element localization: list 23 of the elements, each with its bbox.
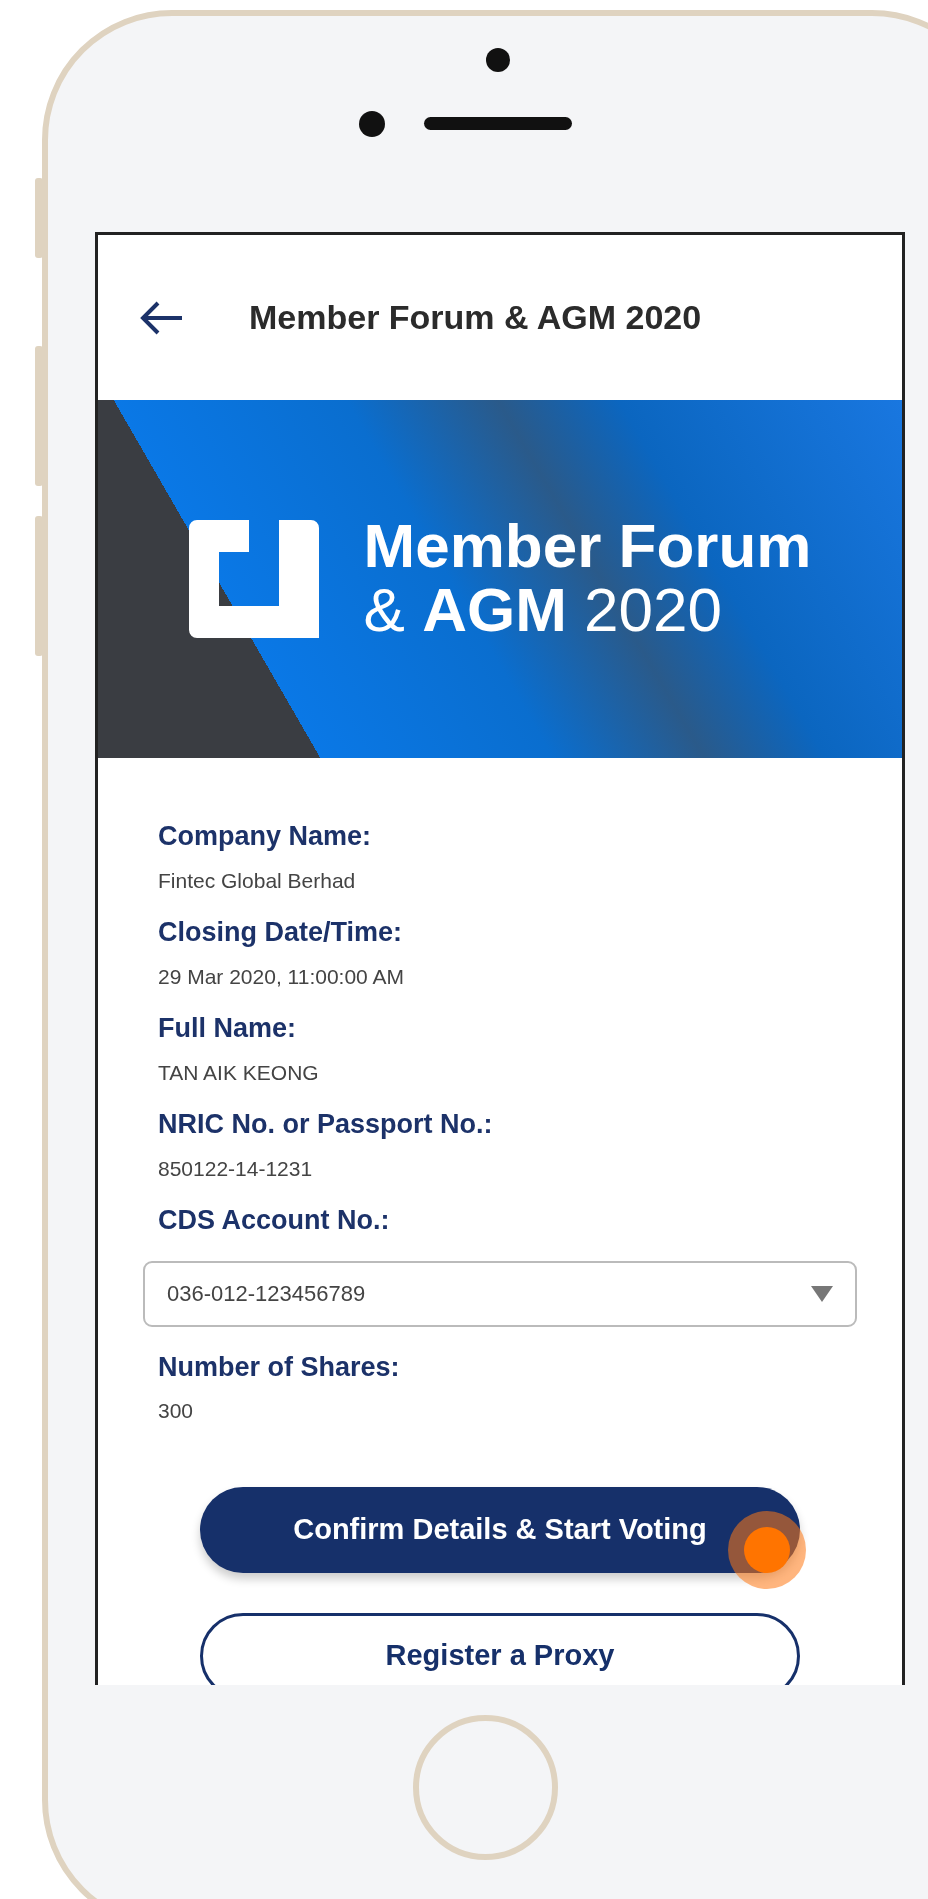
field-value: 850122-14-1231 bbox=[158, 1155, 314, 1182]
account-dropdown[interactable]: 036-012-123456789 bbox=[143, 1260, 857, 1327]
field-label: NRIC No. or Passport No.: bbox=[158, 1108, 494, 1141]
field-label: Company Name: bbox=[158, 820, 373, 853]
field-value: 29 Mar 2020, 11:00:00 AM bbox=[158, 963, 405, 990]
back-arrow-icon[interactable] bbox=[140, 299, 184, 336]
field-value: 300 bbox=[158, 1398, 195, 1424]
field-label: Number of Shares: bbox=[158, 1350, 401, 1384]
logo-icon bbox=[188, 520, 319, 638]
register-proxy-button[interactable]: Register a Proxy bbox=[200, 1612, 800, 1685]
field-value: Fintec Global Berhad bbox=[158, 867, 357, 894]
field-label: Full Name: bbox=[158, 1012, 298, 1045]
banner-heading: Member Forum bbox=[363, 515, 812, 578]
confirm-voting-button[interactable]: Confirm Details & Start Voting bbox=[200, 1486, 800, 1573]
dropdown-caret-icon bbox=[811, 1285, 833, 1302]
speaker-icon bbox=[424, 117, 572, 130]
field-label: CDS Account No.: bbox=[158, 1204, 391, 1237]
field-value: TAN AIK KEONG bbox=[158, 1059, 320, 1086]
camera-icon bbox=[486, 48, 510, 72]
field-label: Closing Date/Time: bbox=[158, 916, 404, 949]
banner-heading: & AGM 2020 bbox=[363, 577, 723, 643]
screen-title: Member Forum & AGM 2020 bbox=[249, 297, 702, 338]
sensor-icon bbox=[359, 111, 385, 137]
